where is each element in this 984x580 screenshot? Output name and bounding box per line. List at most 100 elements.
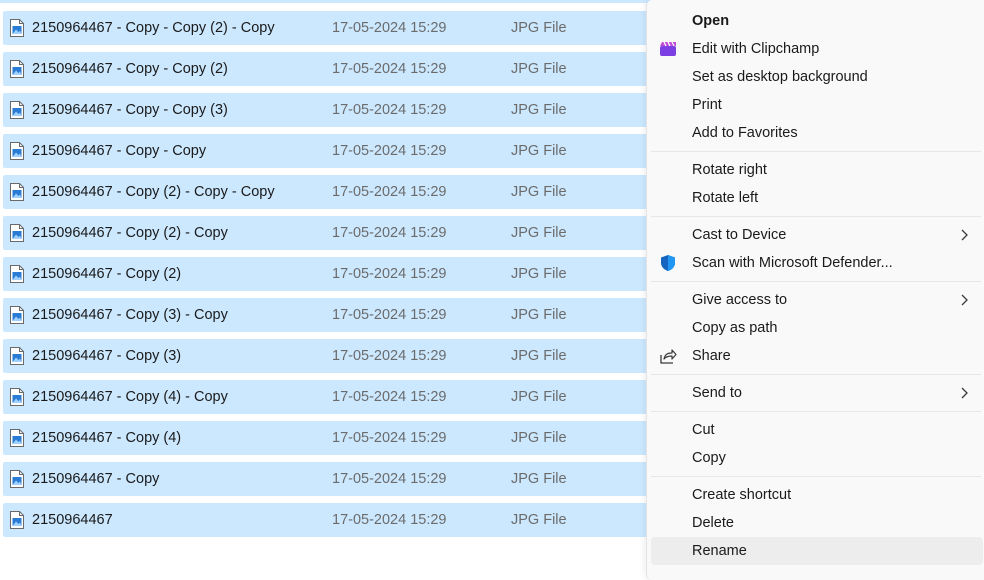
file-date-modified: 17-05-2024 15:29 <box>332 471 447 487</box>
file-type: JPG File <box>511 389 567 405</box>
chevron-right-icon <box>961 294 968 306</box>
file-date-modified: 17-05-2024 15:29 <box>332 307 447 323</box>
menu-copy-label: Copy <box>692 450 726 466</box>
jpg-file-icon <box>10 183 24 201</box>
menu-copy-path-label: Copy as path <box>692 320 778 336</box>
menu-scan-defender-label: Scan with Microsoft Defender... <box>692 255 893 271</box>
menu-create-shortcut[interactable]: Create shortcut <box>651 481 983 509</box>
file-type: JPG File <box>511 512 567 528</box>
file-date-modified: 17-05-2024 15:29 <box>332 20 447 36</box>
menu-copy-path[interactable]: Copy as path <box>651 314 983 342</box>
menu-edit-clipchamp[interactable]: Edit with Clipchamp <box>651 35 983 63</box>
menu-send-to[interactable]: Send to <box>651 379 983 407</box>
menu-send-to-label: Send to <box>692 385 742 401</box>
file-row[interactable]: 2150964467 - Copy (3) - Copy 17-05-2024 1… <box>3 298 660 332</box>
jpg-file-icon <box>10 60 24 78</box>
file-row[interactable]: 2150964467 - Copy (4) - Copy 17-05-2024 1… <box>3 380 660 414</box>
menu-print[interactable]: Print <box>651 91 983 119</box>
file-row[interactable]: 2150964467 - Copy (3) 17-05-2024 15:29 JPG… <box>3 339 660 373</box>
file-date-modified: 17-05-2024 15:29 <box>332 61 447 77</box>
file-name: 2150964467 - Copy - Copy (2) <box>32 61 228 77</box>
menu-delete-label: Delete <box>692 515 734 531</box>
menu-set-background-label: Set as desktop background <box>692 69 868 85</box>
menu-cast-device[interactable]: Cast to Device <box>651 221 983 249</box>
file-name: 2150964467 - Copy (4) - Copy <box>32 389 228 405</box>
file-row[interactable]: 2150964467 - Copy - Copy 17-05-2024 15:29… <box>3 134 660 168</box>
file-date-modified: 17-05-2024 15:29 <box>332 430 447 446</box>
file-date-modified: 17-05-2024 15:29 <box>332 225 447 241</box>
file-row[interactable]: 2150964467 - Copy - Copy (2) - Copy 17-05… <box>3 11 660 45</box>
file-name: 2150964467 - Copy (4) <box>32 430 182 446</box>
file-row[interactable]: 2150964467 - Copy - Copy (2) 17-05-2024 1… <box>3 52 660 86</box>
jpg-file-icon <box>10 101 24 119</box>
jpg-file-icon <box>10 429 24 447</box>
menu-rotate-right-label: Rotate right <box>692 162 767 178</box>
file-type: JPG File <box>511 225 567 241</box>
menu-share[interactable]: Share <box>651 342 983 370</box>
menu-separator <box>651 281 981 282</box>
menu-print-label: Print <box>692 97 722 113</box>
file-type: JPG File <box>511 430 567 446</box>
file-type: JPG File <box>511 61 567 77</box>
menu-open[interactable]: Open <box>651 7 983 35</box>
file-type: JPG File <box>511 307 567 323</box>
file-row[interactable]: 2150964467 - Copy (4) 17-05-2024 15:29 JPG… <box>3 421 660 455</box>
share-icon <box>660 349 677 364</box>
file-type: JPG File <box>511 471 567 487</box>
file-type: JPG File <box>511 143 567 159</box>
menu-separator <box>651 476 981 477</box>
defender-shield-icon <box>661 255 675 271</box>
menu-rotate-left-label: Rotate left <box>692 190 759 206</box>
file-row[interactable]: 2150964467 - Copy (2) 17-05-2024 15:29 JPG… <box>3 257 660 291</box>
menu-delete[interactable]: Delete <box>651 509 983 537</box>
file-name: 2150964467 <box>32 512 113 528</box>
clipchamp-icon <box>660 41 676 56</box>
file-name: 2150964467 - Copy - Copy (2) - Copy <box>32 20 275 36</box>
file-row[interactable]: 2150964467 - Copy (2) - Copy 17-05-2024 1… <box>3 216 660 250</box>
file-type: JPG File <box>511 348 567 364</box>
file-row[interactable]: 2150964467 - Copy - Copy (3) 17-05-2024 1… <box>3 93 660 127</box>
menu-rotate-right[interactable]: Rotate right <box>651 156 983 184</box>
file-row[interactable]: 2150964467 - Copy 17-05-2024 15:29 JPG Fil… <box>3 462 660 496</box>
menu-give-access[interactable]: Give access to <box>651 286 983 314</box>
menu-cut[interactable]: Cut <box>651 416 983 444</box>
file-date-modified: 17-05-2024 15:29 <box>332 102 447 118</box>
selection-strip <box>0 0 750 3</box>
menu-separator <box>651 151 981 152</box>
menu-scan-defender[interactable]: Scan with Microsoft Defender... <box>651 249 983 277</box>
file-row[interactable]: 2150964467 17-05-2024 15:29 JPG File <box>3 503 660 537</box>
jpg-file-icon <box>10 511 24 529</box>
file-name: 2150964467 - Copy - Copy <box>32 143 207 159</box>
file-date-modified: 17-05-2024 15:29 <box>332 512 447 528</box>
menu-add-favorites-label: Add to Favorites <box>692 125 798 141</box>
file-name: 2150964467 - Copy (2) <box>32 266 182 282</box>
menu-copy[interactable]: Copy <box>651 444 983 472</box>
menu-rename[interactable]: Rename <box>651 537 983 565</box>
file-date-modified: 17-05-2024 15:29 <box>332 348 447 364</box>
file-name: 2150964467 - Copy (2) - Copy <box>32 225 228 241</box>
chevron-right-icon <box>961 387 968 399</box>
file-type: JPG File <box>511 102 567 118</box>
file-name: 2150964467 - Copy <box>32 471 160 487</box>
file-date-modified: 17-05-2024 15:29 <box>332 143 447 159</box>
file-type: JPG File <box>511 266 567 282</box>
menu-separator <box>651 411 981 412</box>
menu-set-background[interactable]: Set as desktop background <box>651 63 983 91</box>
menu-cut-label: Cut <box>692 422 715 438</box>
menu-rotate-left[interactable]: Rotate left <box>651 184 983 212</box>
jpg-file-icon <box>10 19 24 37</box>
jpg-file-icon <box>10 470 24 488</box>
menu-give-access-label: Give access to <box>692 292 788 308</box>
file-row[interactable]: 2150964467 - Copy (2) - Copy - Copy 17-05… <box>3 175 660 209</box>
menu-open-label: Open <box>692 13 730 29</box>
menu-separator <box>651 374 981 375</box>
menu-add-favorites[interactable]: Add to Favorites <box>651 119 983 147</box>
jpg-file-icon <box>10 388 24 406</box>
menu-separator <box>651 216 981 217</box>
file-date-modified: 17-05-2024 15:29 <box>332 266 447 282</box>
file-type: JPG File <box>511 184 567 200</box>
jpg-file-icon <box>10 347 24 365</box>
jpg-file-icon <box>10 306 24 324</box>
file-name: 2150964467 - Copy (3) - Copy <box>32 307 228 323</box>
file-type: JPG File <box>511 20 567 36</box>
